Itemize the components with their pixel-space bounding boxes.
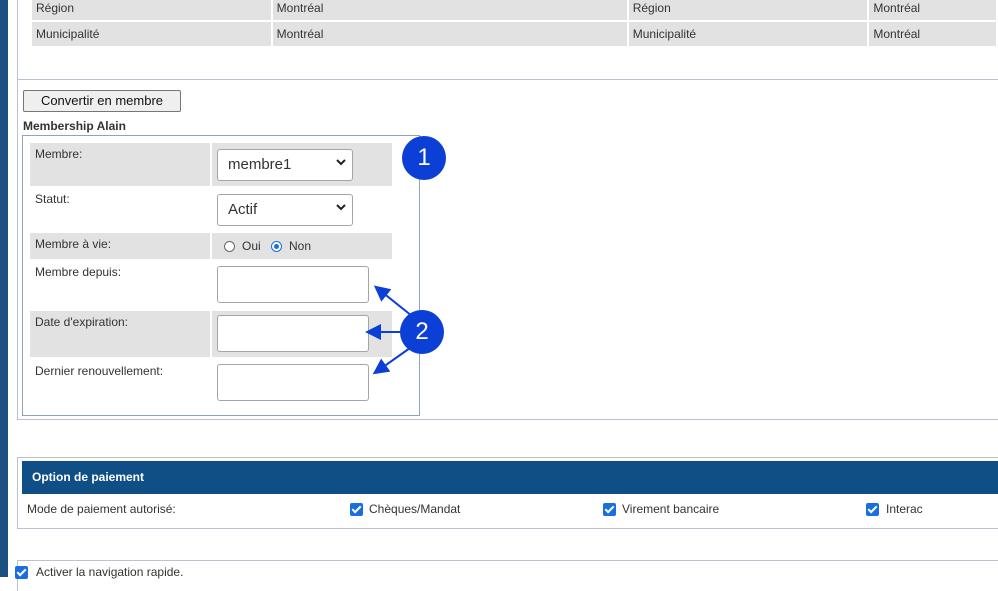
checkbox-virement-label: Virement bancaire [622, 502, 720, 516]
table-cell: Montréal [272, 0, 627, 20]
membre-label: Membre: [30, 143, 210, 186]
annotation-arrows [365, 285, 413, 375]
chevron-down-icon [336, 156, 346, 170]
address-table: Région Montréal Région Montréal Municipa… [30, 0, 998, 48]
annotation-badge-1: 1 [402, 136, 446, 180]
statut-label: Statut: [35, 192, 70, 206]
convert-to-member-button[interactable]: Convertir en membre [23, 90, 181, 112]
radio-non-label: Non [289, 239, 312, 253]
membership-title: Membership Alain [23, 119, 126, 133]
table-cell: Municipalité [32, 22, 271, 46]
radio-non[interactable] [271, 241, 282, 252]
table-cell: Montréal [869, 22, 996, 46]
arrow-to-dernier-renouvellement [372, 347, 411, 375]
table-cell: Région [628, 0, 868, 20]
checkbox-interac-label: Interac [886, 502, 923, 516]
membre-a-vie-label: Membre à vie: [30, 233, 210, 259]
table-row: Municipalité Montréal Municipalité Montr… [32, 22, 996, 46]
radio-oui-label: Oui [242, 239, 261, 253]
membre-select-value: membre1 [228, 156, 292, 173]
payment-mode-label: Mode de paiement autorisé: [27, 502, 176, 516]
radio-oui[interactable] [224, 241, 235, 252]
checkbox-virement[interactable] [603, 503, 616, 516]
dernier-renouvellement-input[interactable] [217, 364, 369, 401]
membre-depuis-input[interactable] [217, 266, 369, 303]
statut-select[interactable]: Actif [217, 194, 353, 226]
statut-select-value: Actif [228, 201, 258, 218]
table-cell: Montréal [869, 0, 996, 20]
table-cell: Région [32, 0, 271, 20]
chevron-down-icon [336, 201, 346, 215]
left-edge-bar [0, 0, 8, 577]
dernier-renouvellement-label: Dernier renouvellement: [35, 364, 164, 378]
checkbox-quick-nav[interactable] [15, 566, 28, 579]
membre-depuis-label: Membre depuis: [35, 265, 122, 279]
date-expiration-label: Date d'expiration: [30, 311, 210, 357]
date-expiration-input[interactable] [217, 315, 369, 352]
checkbox-cheques-label: Chèques/Mandat [369, 502, 461, 516]
payment-header: Option de paiement [22, 461, 998, 494]
checkbox-cheques[interactable] [350, 503, 363, 516]
arrow-to-membre-depuis [373, 285, 413, 317]
table-cell: Municipalité [628, 22, 868, 46]
table-cell: Montréal [272, 22, 627, 46]
membre-select[interactable]: membre1 [217, 149, 353, 181]
table-row: Région Montréal Région Montréal [32, 0, 996, 20]
checkbox-interac[interactable] [866, 503, 879, 516]
